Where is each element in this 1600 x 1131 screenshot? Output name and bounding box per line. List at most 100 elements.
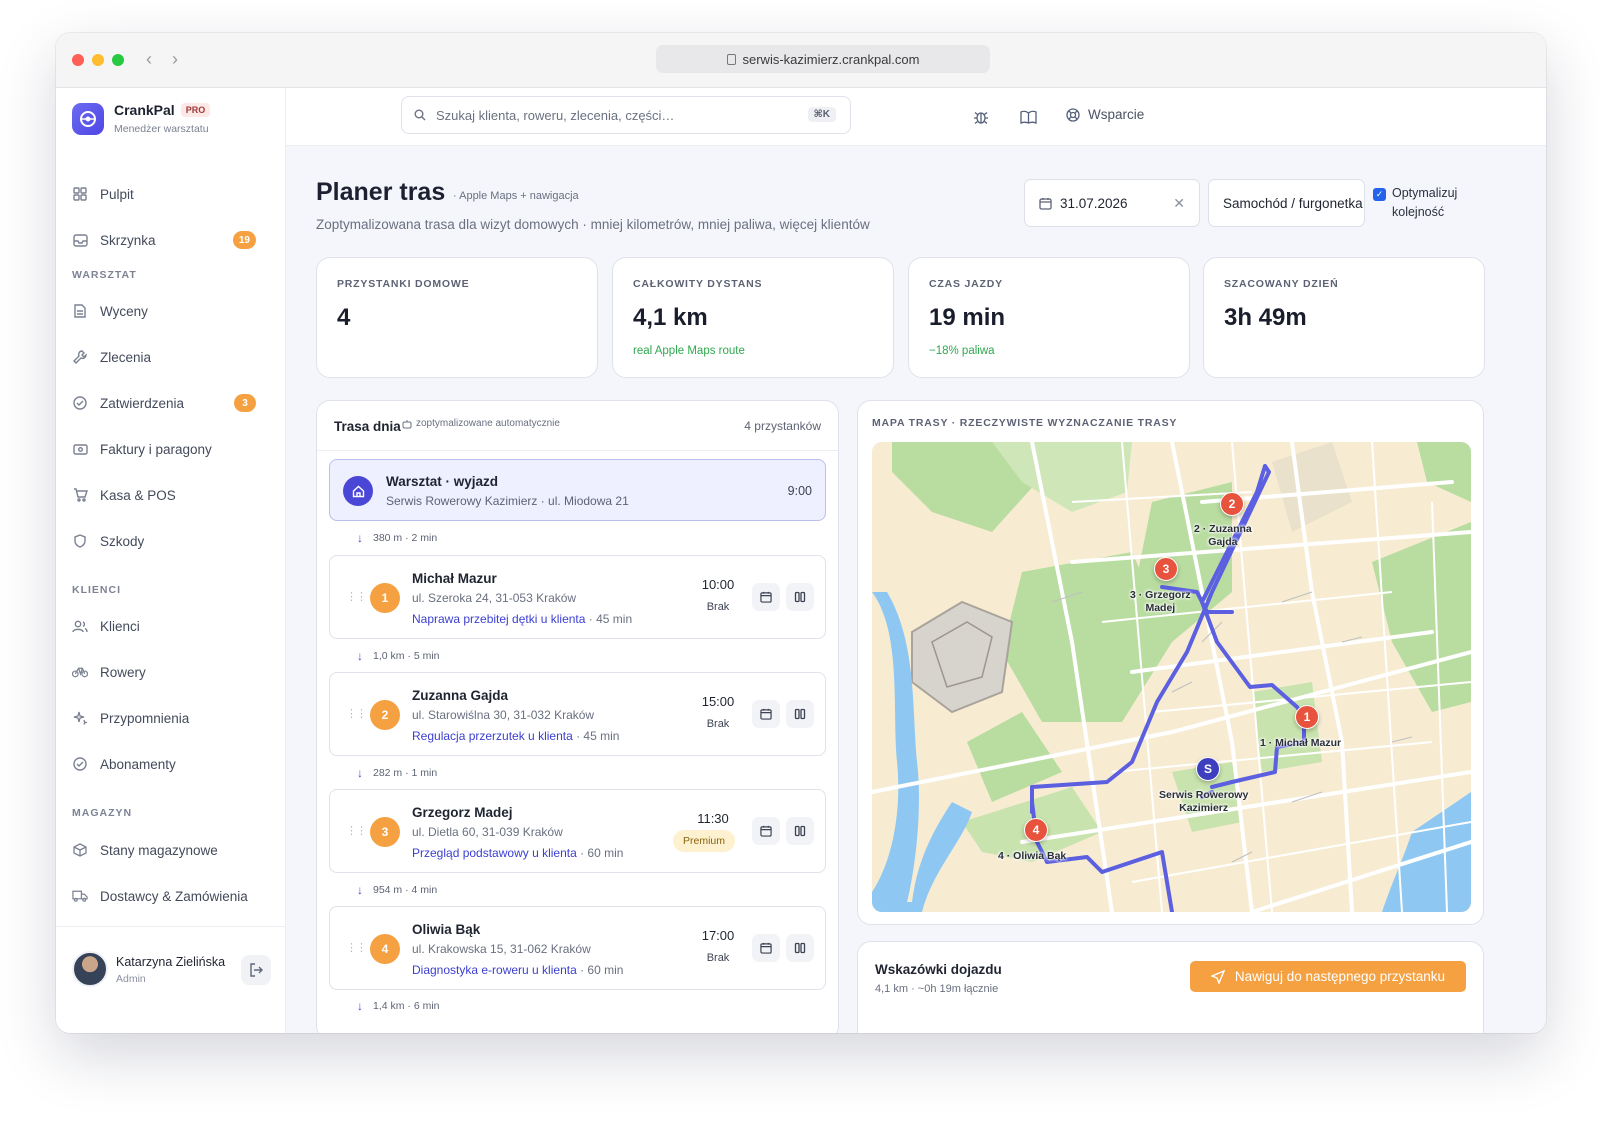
- sidebar-item-faktury[interactable]: Faktury i paragony: [56, 431, 286, 467]
- map-pin-4[interactable]: 4: [1024, 818, 1048, 842]
- columns-icon[interactable]: [786, 817, 814, 845]
- sidebar-item-zlecenia[interactable]: Zlecenia: [56, 339, 286, 375]
- calendar-icon[interactable]: [752, 700, 780, 728]
- sidebar-item-dostawcy[interactable]: Dostawcy & Zamówienia: [56, 878, 286, 914]
- logout-button[interactable]: [241, 955, 271, 985]
- navigation-arrow-icon: [1210, 969, 1225, 984]
- vehicle-select[interactable]: Samochód / furgonetka: [1208, 179, 1365, 227]
- status-badge: Premium: [673, 830, 735, 852]
- date-picker[interactable]: 31.07.2026 ✕: [1024, 179, 1200, 227]
- route-auto-note: zoptymalizowane automatycznie: [402, 418, 560, 429]
- logout-icon: [250, 963, 263, 977]
- sidebar-item-zatwierdzenia[interactable]: Zatwierdzenia 3: [56, 385, 286, 421]
- optimize-checkbox[interactable]: ✓: [1373, 188, 1386, 201]
- check-circle-icon: [72, 395, 88, 411]
- calendar-icon[interactable]: [752, 934, 780, 962]
- check-circle-icon: [72, 756, 88, 772]
- stop-service-link[interactable]: Przegląd podstawowy u klienta: [412, 846, 577, 860]
- stop-service-link[interactable]: Regulacja przerzutek u klienta: [412, 729, 573, 743]
- route-stop-card[interactable]: ⋮⋮ 4 Oliwia Bąk ul. Krakowska 15, 31-062…: [329, 906, 826, 990]
- stat-card-stops: PRZYSTANKI DOMOWE 4: [316, 257, 598, 378]
- map-pin-3[interactable]: 3: [1154, 557, 1178, 581]
- avatar[interactable]: [72, 951, 108, 987]
- sidebar-item-label: Stany magazynowe: [100, 842, 218, 858]
- sidebar-item-pulpit[interactable]: Pulpit: [56, 176, 286, 212]
- optimize-toggle[interactable]: ✓ Optymalizuj kolejność: [1373, 184, 1457, 222]
- map-title: MAPA TRASY · RZECZYWISTE WYZNACZANIE TRA…: [872, 417, 1178, 429]
- stop-client-name: Zuzanna Gajda: [412, 688, 509, 703]
- drag-handle-icon[interactable]: ⋮⋮: [346, 941, 367, 954]
- start-title: Warsztat · wyjazd: [386, 474, 499, 489]
- browser-chrome: ‹ › serwis-kazimierz.crankpal.com: [56, 33, 1546, 88]
- stop-client-name: Oliwia Bąk: [412, 922, 481, 937]
- stop-service: Regulacja przerzutek u klienta · 45 min: [412, 729, 620, 743]
- drag-handle-icon[interactable]: ⋮⋮: [346, 590, 367, 603]
- truck-icon: [72, 888, 88, 904]
- stop-address: ul. Krakowska 15, 31-062 Kraków: [412, 942, 591, 956]
- forward-icon[interactable]: ›: [172, 49, 178, 70]
- start-time: 9:00: [787, 484, 812, 498]
- sidebar-item-abonamenty[interactable]: Abonamenty: [56, 746, 286, 782]
- columns-icon[interactable]: [786, 583, 814, 611]
- sidebar-item-label: Pulpit: [100, 186, 134, 202]
- arrow-down-icon: ↓: [357, 883, 363, 897]
- inbox-icon: [72, 232, 88, 248]
- map-pin-2[interactable]: 2: [1220, 492, 1244, 516]
- navigate-next-stop-button[interactable]: Nawiguj do następnego przystanku: [1190, 961, 1466, 992]
- map-pin-workshop[interactable]: S: [1196, 757, 1220, 781]
- sidebar-item-klienci[interactable]: Klienci: [56, 608, 286, 644]
- map-pin-1[interactable]: 1: [1295, 705, 1319, 729]
- route-stop-card[interactable]: ⋮⋮ 2 Zuzanna Gajda ul. Starowiślna 30, 3…: [329, 672, 826, 756]
- route-stop-card[interactable]: ⋮⋮ 1 Michał Mazur ul. Szeroka 24, 31-053…: [329, 555, 826, 639]
- users-icon: [72, 618, 88, 634]
- sidebar-item-przypomnienia[interactable]: Przypomnienia: [56, 700, 286, 736]
- minimize-window-button[interactable]: [92, 54, 104, 66]
- section-title-magazyn: MAGAZYN: [72, 807, 133, 819]
- sidebar-item-stany[interactable]: Stany magazynowe: [56, 832, 286, 868]
- sidebar-item-szkody[interactable]: Szkody: [56, 523, 286, 559]
- document-icon: [72, 303, 88, 319]
- stop-status: Brak: [706, 952, 730, 964]
- address-bar[interactable]: serwis-kazimierz.crankpal.com: [656, 45, 990, 73]
- stop-service-link[interactable]: Naprawa przebitej dętki u klienta: [412, 612, 585, 626]
- calendar-icon[interactable]: [752, 583, 780, 611]
- url-text: serwis-kazimierz.crankpal.com: [742, 51, 920, 67]
- route-leg: ↓ 380 m · 2 min: [357, 531, 438, 545]
- route-map[interactable]: 2 2 · Zuzanna Gajda 3 3 · Grzegorz Madej 1…: [872, 442, 1471, 912]
- brand[interactable]: CrankPal PRO Menedżer warsztatu: [72, 102, 211, 135]
- stat-value: 19 min: [929, 304, 1006, 331]
- route-stop-card[interactable]: ⋮⋮ 3 Grzegorz Madej ul. Dietla 60, 31-03…: [329, 789, 826, 873]
- stop-number: 2: [370, 700, 400, 730]
- clear-date-icon[interactable]: ✕: [1173, 195, 1185, 212]
- sidebar-item-wyceny[interactable]: Wyceny: [56, 293, 286, 329]
- columns-icon[interactable]: [786, 700, 814, 728]
- route-start-card[interactable]: Warsztat · wyjazd Serwis Rowerowy Kazimi…: [329, 459, 826, 521]
- bug-icon[interactable]: [972, 108, 990, 126]
- sidebar: CrankPal PRO Menedżer warsztatu Pulpit Sk…: [56, 88, 286, 1033]
- drag-handle-icon[interactable]: ⋮⋮: [346, 707, 367, 720]
- stat-value: 4: [337, 304, 351, 331]
- home-icon: [343, 476, 373, 506]
- sidebar-item-kasa[interactable]: Kasa & POS: [56, 477, 286, 513]
- sidebar-item-skrzynka[interactable]: Skrzynka 19: [56, 222, 286, 258]
- close-window-button[interactable]: [72, 54, 84, 66]
- search-icon: [414, 109, 426, 121]
- receipt-icon: [72, 441, 88, 457]
- columns-icon[interactable]: [786, 934, 814, 962]
- sidebar-item-label: Abonamenty: [100, 756, 176, 772]
- search-input[interactable]: Szukaj klienta, roweru, zlecenia, części…: [401, 96, 851, 134]
- drag-handle-icon[interactable]: ⋮⋮: [346, 824, 367, 837]
- stop-service-link[interactable]: Diagnostyka e-roweru u klienta: [412, 963, 577, 977]
- section-title-warsztat: WARSZTAT: [72, 269, 137, 281]
- box-icon: [72, 842, 88, 858]
- sidebar-item-rowery[interactable]: Rowery: [56, 654, 286, 690]
- route-panel: Trasa dnia zoptymalizowane automatycznie…: [316, 400, 839, 1033]
- support-link[interactable]: Wsparcie: [1066, 107, 1144, 122]
- book-icon[interactable]: [1019, 108, 1037, 126]
- calendar-icon[interactable]: [752, 817, 780, 845]
- route-title: Trasa dnia: [334, 419, 401, 434]
- page-subtitle: Zoptymalizowana trasa dla wizyt domowych…: [316, 217, 870, 232]
- maximize-window-button[interactable]: [112, 54, 124, 66]
- back-icon[interactable]: ‹: [146, 49, 152, 70]
- sidebar-item-label: Dostawcy & Zamówienia: [100, 888, 248, 904]
